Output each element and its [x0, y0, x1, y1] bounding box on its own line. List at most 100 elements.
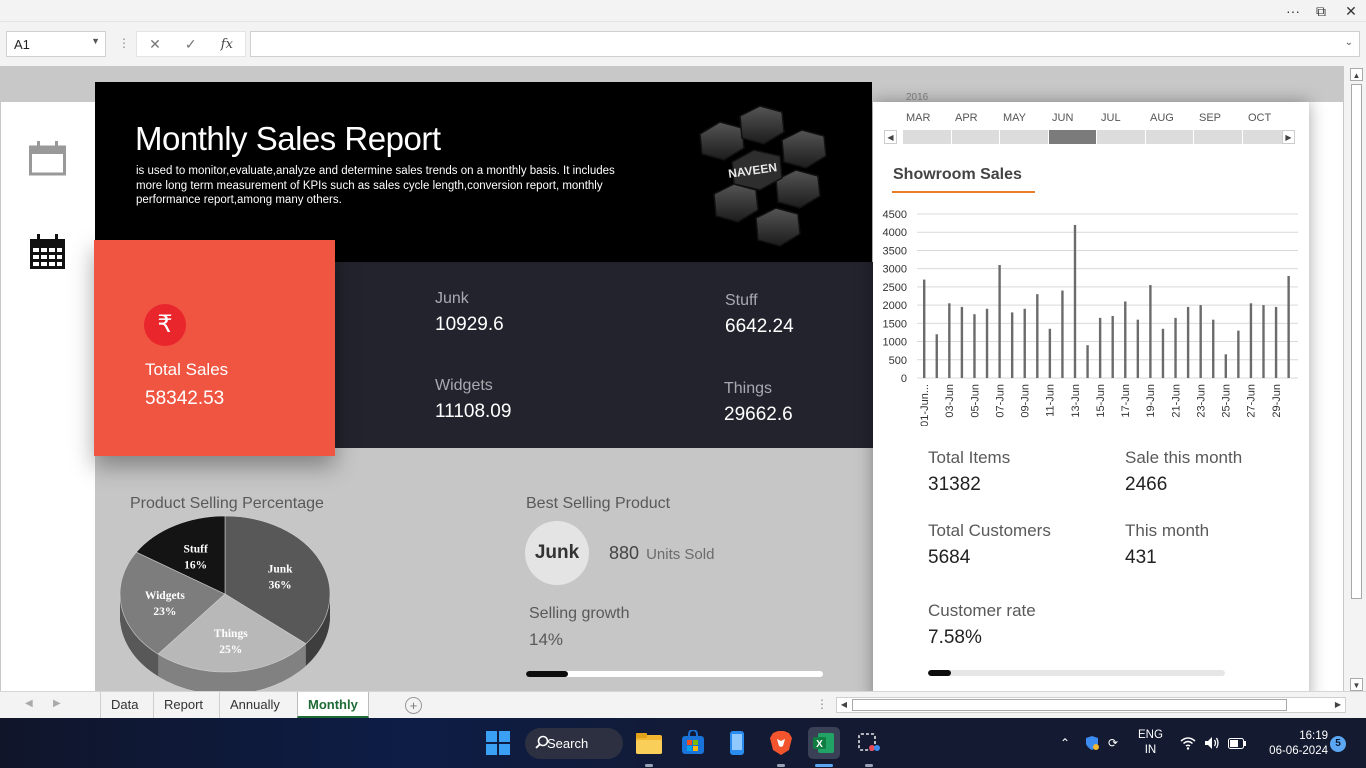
language-indicator[interactable]: ENG IN	[1138, 718, 1163, 768]
start-icon[interactable]	[482, 727, 514, 759]
sheet-tab-bar: ◀ ▶ Data Report Annually Monthly + ⋮ ◀ ▶	[0, 691, 1366, 718]
vertical-scrollbar[interactable]: ▲ ▼	[1347, 66, 1366, 692]
month-label[interactable]: MAR	[906, 112, 930, 124]
scroll-left-icon[interactable]: ◀	[837, 698, 851, 712]
month-label[interactable]: AUG	[1150, 112, 1174, 124]
scroll-up-icon[interactable]: ▲	[1350, 68, 1363, 81]
wifi-icon[interactable]	[1180, 718, 1196, 768]
timeline-segment[interactable]	[1145, 130, 1193, 144]
more-options-icon[interactable]: ···	[1278, 0, 1308, 22]
chart-bar	[935, 334, 938, 378]
horizontal-scrollbar[interactable]: ◀ ▶	[836, 697, 1346, 713]
side-menu	[1, 102, 94, 691]
name-box[interactable]: A1 ▼	[6, 31, 106, 57]
defender-icon[interactable]	[1084, 718, 1100, 768]
month-label[interactable]: SEP	[1199, 112, 1221, 124]
timeline-segment[interactable]	[1194, 130, 1242, 144]
svg-text:X: X	[816, 739, 823, 750]
scroll-thumb[interactable]	[1351, 84, 1362, 599]
chevron-left-icon[interactable]: ◀	[884, 130, 897, 144]
x-tick-label: 05-Jun	[969, 384, 981, 418]
formula-input[interactable]: ⌄	[250, 31, 1360, 57]
chevron-left-icon[interactable]: ◀	[25, 698, 33, 709]
running-indicator	[865, 764, 873, 767]
y-tick-label: 500	[889, 355, 907, 367]
stat-label: Total Customers	[928, 521, 1051, 540]
drag-handle-icon[interactable]: ⋮	[816, 697, 828, 711]
scroll-right-icon[interactable]: ▶	[1331, 698, 1345, 712]
chevron-right-icon[interactable]: ▶	[1282, 130, 1295, 144]
x-tick-label: 03-Jun	[944, 384, 956, 418]
x-tick-label: 23-Jun	[1195, 384, 1207, 418]
notification-badge[interactable]: 5	[1330, 736, 1346, 752]
insert-function-icon[interactable]: fx	[221, 37, 233, 52]
title-strip: ··· ⧉ ✕	[0, 0, 1366, 22]
total-sales-value: 58342.53	[145, 388, 225, 409]
x-tick-label: 21-Jun	[1170, 384, 1182, 418]
pie-label-pct: 16%	[184, 559, 207, 571]
timeline-segment[interactable]	[1097, 130, 1145, 144]
best-product-badge: Junk	[525, 521, 589, 585]
tab-monthly[interactable]: Monthly	[297, 692, 369, 718]
scroll-down-icon[interactable]: ▼	[1350, 678, 1363, 691]
cancel-icon[interactable]: ✕	[149, 36, 161, 53]
calendar-grid-icon[interactable]	[29, 234, 66, 270]
restore-icon[interactable]: ⧉	[1306, 0, 1336, 22]
chart-bar	[1274, 306, 1278, 378]
chart-bar	[948, 303, 951, 378]
volume-icon[interactable]	[1204, 718, 1220, 768]
chart-bar	[1212, 319, 1215, 378]
show-hidden-icons[interactable]: ⌃	[1060, 718, 1070, 768]
timeline-slicer[interactable]: ◀ ▶	[884, 130, 1297, 144]
calendar-outline-icon[interactable]	[29, 141, 66, 176]
x-tick-label: 19-Jun	[1145, 384, 1157, 418]
horizontal-scroll-thumb[interactable]	[852, 699, 1287, 711]
tab-annually[interactable]: Annually	[219, 692, 290, 718]
snipping-tool-icon[interactable]	[853, 727, 885, 759]
chart-title: Showroom Sales	[893, 166, 1022, 183]
timeline-segment[interactable]	[1048, 130, 1096, 144]
stat-this-month: This month 431	[1125, 521, 1209, 569]
system-clock[interactable]: 16:19 06-06-2024	[1258, 729, 1328, 759]
chart-bar	[1249, 303, 1253, 378]
sheet-area[interactable]: Monthly Sales Report is used to monitor,…	[0, 66, 1344, 691]
timeline-segment[interactable]	[1000, 130, 1048, 144]
battery-icon[interactable]	[1228, 718, 1246, 768]
sync-icon[interactable]: ⟳	[1108, 718, 1118, 768]
name-box-value: A1	[14, 37, 30, 52]
tab-report[interactable]: Report	[153, 692, 213, 718]
chart-bar	[1237, 330, 1240, 378]
add-sheet-icon[interactable]: +	[405, 697, 422, 714]
brave-browser-icon[interactable]	[765, 727, 797, 759]
chevron-down-icon[interactable]: ⌄	[1345, 37, 1353, 48]
drag-handle-icon[interactable]: ⋮	[118, 36, 130, 50]
month-label[interactable]: OCT	[1248, 112, 1271, 124]
pie-label-name: Things	[214, 628, 248, 640]
stat-label: Total Items	[928, 448, 1011, 467]
month-label[interactable]: MAY	[1003, 112, 1026, 124]
growth-progress-bar	[526, 671, 823, 677]
chevron-down-icon[interactable]: ▼	[91, 36, 100, 46]
timeline-segment[interactable]	[951, 130, 999, 144]
taskbar-search[interactable]: Search	[525, 728, 623, 759]
chart-bar	[1048, 328, 1052, 378]
month-label[interactable]: JUN	[1052, 112, 1073, 124]
tab-data[interactable]: Data	[100, 692, 148, 718]
x-tick-label: 17-Jun	[1120, 384, 1132, 418]
phone-link-icon[interactable]	[721, 727, 753, 759]
chevron-right-icon[interactable]: ▶	[53, 698, 61, 709]
x-tick-label: 15-Jun	[1095, 384, 1107, 418]
stat-value: 431	[1125, 547, 1157, 568]
timeline-segment[interactable]	[903, 130, 951, 144]
check-icon[interactable]: ✓	[185, 36, 197, 53]
excel-icon[interactable]: X	[808, 727, 840, 759]
close-icon[interactable]: ✕	[1336, 0, 1366, 22]
month-label[interactable]: JUL	[1101, 112, 1121, 124]
timeline-year: 2016	[906, 92, 929, 103]
file-explorer-icon[interactable]	[633, 727, 665, 759]
month-label[interactable]: APR	[955, 112, 978, 124]
chart-bar	[1010, 312, 1014, 378]
chart-bar	[1161, 328, 1165, 378]
microsoft-store-icon[interactable]	[677, 727, 709, 759]
pie-label-pct: 23%	[153, 606, 176, 618]
